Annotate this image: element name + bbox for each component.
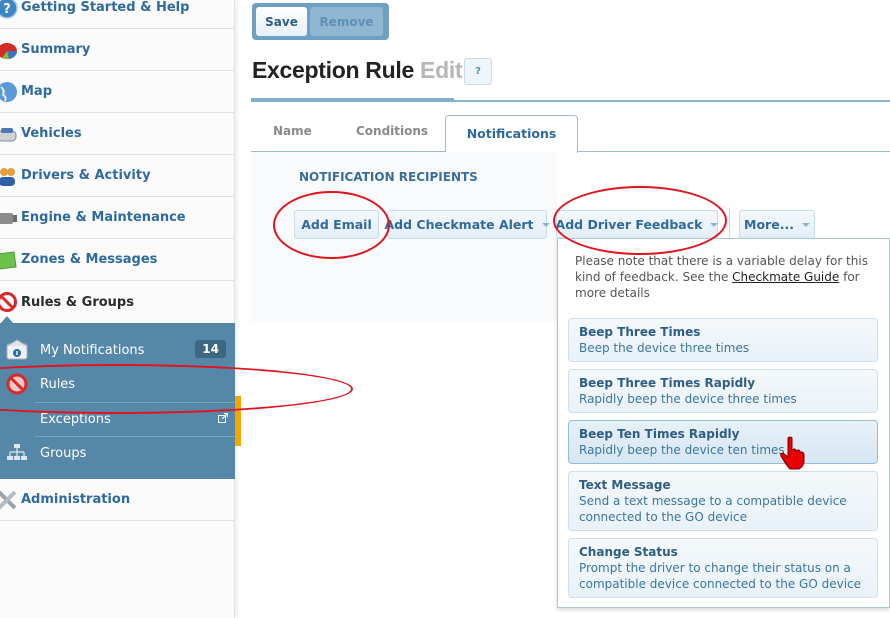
dropdown-item-title: Beep Three Times Rapidly bbox=[579, 376, 756, 390]
page-title-text: Exception Rule bbox=[252, 57, 414, 83]
more-button[interactable]: More... bbox=[739, 210, 815, 239]
zone-icon bbox=[0, 250, 17, 269]
no-entry-icon bbox=[0, 292, 17, 312]
subnav-item-label: Groups bbox=[40, 445, 87, 461]
subnav-item-my-notifications[interactable]: My Notifications 14 bbox=[0, 333, 235, 367]
driver-feedback-dropdown: Please note that there is a variable del… bbox=[557, 238, 890, 608]
sidebar-item-label: Drivers & Activity bbox=[21, 168, 151, 183]
dropdown-item-desc: Send a text message to a compatible devi… bbox=[579, 494, 847, 524]
checkmate-guide-link[interactable]: Checkmate Guide bbox=[732, 270, 839, 284]
sidebar-item-rules-groups[interactable]: Rules & Groups bbox=[0, 281, 235, 323]
subnav-item-groups[interactable]: Groups bbox=[0, 436, 235, 470]
help-button[interactable]: ? bbox=[464, 58, 492, 85]
chevron-down-icon bbox=[801, 222, 810, 227]
pie-chart-icon bbox=[0, 42, 18, 59]
remove-button[interactable]: Remove bbox=[310, 7, 383, 36]
add-driver-feedback-label: Add Driver Feedback bbox=[555, 217, 703, 232]
subnav-item-rules[interactable]: Rules bbox=[0, 367, 235, 401]
dropdown-item-title: Text Message bbox=[579, 478, 671, 492]
dropdown-item-title: Beep Three Times bbox=[579, 325, 701, 339]
external-link-icon bbox=[218, 413, 228, 423]
subnav-item-label: My Notifications bbox=[40, 342, 145, 358]
tools-icon bbox=[0, 490, 17, 509]
notification-recipients-heading: NOTIFICATION RECIPIENTS bbox=[299, 170, 478, 184]
dropdown-item-desc: Beep the device three times bbox=[579, 341, 750, 355]
chevron-down-icon bbox=[710, 222, 719, 227]
sidebar-item-label: Vehicles bbox=[21, 126, 82, 141]
add-driver-feedback-button[interactable]: Add Driver Feedback bbox=[555, 210, 719, 239]
help-icon: ? bbox=[0, 0, 18, 19]
sidebar-item-drivers[interactable]: Drivers & Activity bbox=[0, 155, 235, 197]
dropdown-item-change-status[interactable]: Change Status Prompt the driver to chang… bbox=[568, 538, 878, 598]
sidebar-item-vehicles[interactable]: Vehicles bbox=[0, 113, 235, 155]
sidebar-item-zones[interactable]: Zones & Messages bbox=[0, 239, 235, 281]
subnav-item-label: Rules bbox=[40, 376, 76, 392]
no-entry-icon bbox=[6, 373, 28, 395]
tab-notifications[interactable]: Notifications bbox=[445, 115, 578, 153]
chevron-down-icon bbox=[541, 222, 550, 227]
dropdown-item-desc: Rapidly beep the device ten times bbox=[579, 443, 785, 457]
hierarchy-icon bbox=[7, 444, 27, 460]
dropdown-item-desc: Prompt the driver to change their status… bbox=[579, 561, 862, 591]
car-icon bbox=[0, 127, 17, 141]
subnav-item-label: Exceptions bbox=[40, 411, 111, 427]
sidebar-item-engine[interactable]: Engine & Maintenance bbox=[0, 197, 235, 239]
svg-text:?: ? bbox=[3, 2, 11, 17]
sidebar-item-summary[interactable]: Summary bbox=[0, 29, 235, 71]
add-email-label: Add Email bbox=[301, 217, 372, 232]
page-title: Exception Rule Edit bbox=[252, 57, 463, 84]
toolbar: Save Remove bbox=[252, 3, 389, 40]
page-mode-label: Edit bbox=[420, 57, 463, 83]
more-label: More... bbox=[744, 217, 794, 232]
dropdown-item-beep-ten-times-rapidly[interactable]: Beep Ten Times Rapidly Rapidly beep the … bbox=[568, 420, 878, 464]
active-indicator-bar bbox=[235, 396, 241, 446]
dropdown-item-title: Change Status bbox=[579, 545, 678, 559]
subnav-item-exceptions[interactable]: Exceptions bbox=[0, 402, 235, 436]
envelope-icon bbox=[6, 339, 28, 360]
app-root: ? Getting Started & Help Summary Map Veh… bbox=[0, 0, 890, 618]
tab-conditions[interactable]: Conditions bbox=[356, 124, 428, 138]
add-checkmate-alert-button[interactable]: Add Checkmate Alert bbox=[384, 210, 550, 239]
add-checkmate-alert-label: Add Checkmate Alert bbox=[384, 217, 534, 232]
drivers-icon bbox=[0, 167, 15, 186]
sidebar-item-label: Map bbox=[21, 84, 53, 99]
dropdown-item-title: Beep Ten Times Rapidly bbox=[579, 427, 740, 441]
dropdown-item-desc: Rapidly beep the device three times bbox=[579, 392, 797, 406]
button-separator bbox=[729, 208, 730, 241]
sidebar-item-label: Administration bbox=[21, 492, 131, 507]
dropdown-item-beep-three-times[interactable]: Beep Three Times Beep the device three t… bbox=[568, 318, 878, 362]
add-email-button[interactable]: Add Email bbox=[294, 210, 379, 239]
sidebar-item-label: Getting Started & Help bbox=[21, 0, 190, 15]
sidebar-item-label: Engine & Maintenance bbox=[21, 210, 186, 225]
delay-note: Please note that there is a variable del… bbox=[575, 253, 880, 301]
sidebar-item-label: Rules & Groups bbox=[21, 294, 134, 310]
sidebar-item-label: Zones & Messages bbox=[21, 252, 158, 267]
sidebar-item-map[interactable]: Map bbox=[0, 71, 235, 113]
tab-name[interactable]: Name bbox=[273, 124, 312, 138]
sidebar-item-administration[interactable]: Administration bbox=[0, 479, 235, 521]
notification-count-badge: 14 bbox=[195, 340, 226, 358]
title-divider bbox=[454, 100, 890, 102]
sidebar-item-getting-started[interactable]: ? Getting Started & Help bbox=[0, 0, 235, 29]
sidebar-item-label: Summary bbox=[21, 42, 91, 57]
active-caret bbox=[1, 316, 13, 323]
globe-icon bbox=[0, 81, 17, 102]
sidebar: ? Getting Started & Help Summary Map Veh… bbox=[0, 0, 235, 618]
save-button[interactable]: Save bbox=[256, 7, 307, 36]
hand-cursor-icon bbox=[780, 436, 805, 470]
dropdown-item-beep-three-times-rapidly[interactable]: Beep Three Times Rapidly Rapidly beep th… bbox=[568, 369, 878, 413]
title-underline bbox=[251, 98, 454, 102]
subnav: My Notifications 14 Rules Exceptions Gro… bbox=[0, 323, 235, 479]
dropdown-item-text-message[interactable]: Text Message Send a text message to a co… bbox=[568, 471, 878, 531]
engine-icon bbox=[0, 212, 17, 224]
